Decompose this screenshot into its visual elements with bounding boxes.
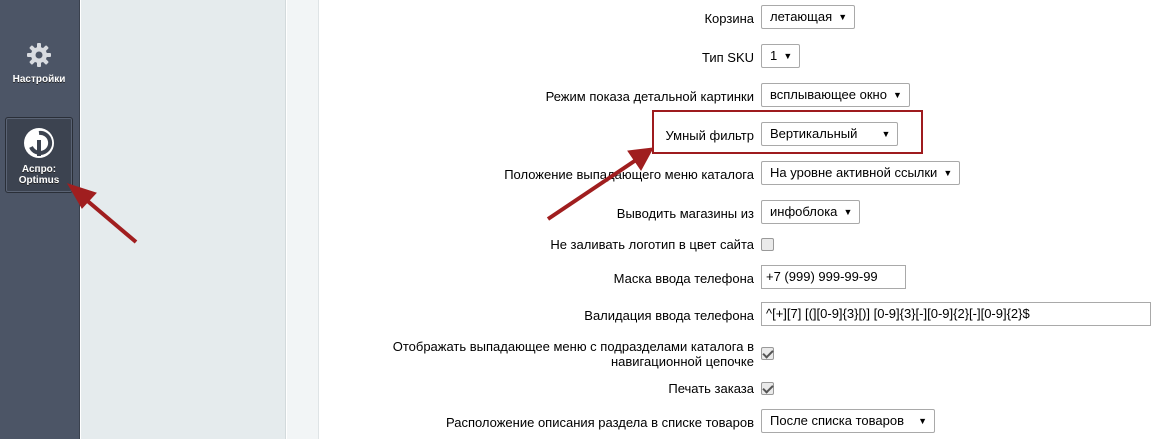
catalog-menu-position-label: Положение выпадающего меню каталога bbox=[504, 167, 754, 182]
secondary-menu-panel bbox=[81, 0, 286, 439]
sku-type-select[interactable]: 1 bbox=[761, 44, 801, 68]
print-order-label: Печать заказа bbox=[668, 381, 754, 396]
phone-validation-label: Валидация ввода телефона bbox=[584, 308, 754, 323]
catalog-menu-position-select[interactable]: На уровне активной ссылки bbox=[761, 161, 961, 185]
cart-label: Корзина bbox=[704, 11, 754, 26]
cart-select[interactable]: летающая bbox=[761, 5, 856, 29]
breadcrumb-dropdown-checkbox[interactable] bbox=[761, 347, 774, 360]
phone-mask-label: Маска ввода телефона bbox=[613, 271, 754, 286]
logo-no-fill-label: Не заливать логотип в цвет сайта bbox=[550, 237, 754, 252]
detail-picture-mode-select[interactable]: всплывающее окно bbox=[761, 83, 910, 107]
section-description-label: Расположение описания раздела в списке т… bbox=[445, 415, 754, 430]
admin-sidebar: Настройки Аспро: Optimus bbox=[0, 0, 80, 439]
section-description-select[interactable]: После списка товаров bbox=[761, 409, 936, 433]
detail-picture-mode-label: Режим показа детальной картинки bbox=[545, 89, 754, 104]
aspro-logo-icon bbox=[24, 128, 54, 158]
print-order-checkbox[interactable] bbox=[761, 382, 774, 395]
breadcrumb-dropdown-label: Отображать выпадающее меню с подразделам… bbox=[392, 339, 754, 369]
stores-source-label: Выводить магазины из bbox=[616, 206, 754, 221]
stores-source-select[interactable]: инфоблока bbox=[761, 200, 861, 224]
sidebar-item-settings[interactable]: Настройки bbox=[5, 38, 73, 100]
logo-no-fill-checkbox[interactable] bbox=[761, 238, 774, 251]
sidebar-settings-label: Настройки bbox=[12, 74, 66, 85]
phone-validation-input[interactable]: ^[+][7] [(][0-9]{3}[)] [0-9]{3}[-][0-9]{… bbox=[761, 302, 1151, 326]
sidebar-item-aspro-optimus[interactable]: Аспро: Optimus bbox=[5, 117, 73, 193]
panel-gutter bbox=[287, 0, 319, 439]
gear-icon bbox=[27, 43, 51, 67]
smart-filter-highlight-box bbox=[652, 110, 923, 154]
sidebar-aspro-label: Аспро: Optimus bbox=[18, 164, 60, 186]
sku-type-label: Тип SKU bbox=[701, 50, 754, 65]
phone-mask-input[interactable]: +7 (999) 999-99-99 bbox=[761, 265, 906, 289]
